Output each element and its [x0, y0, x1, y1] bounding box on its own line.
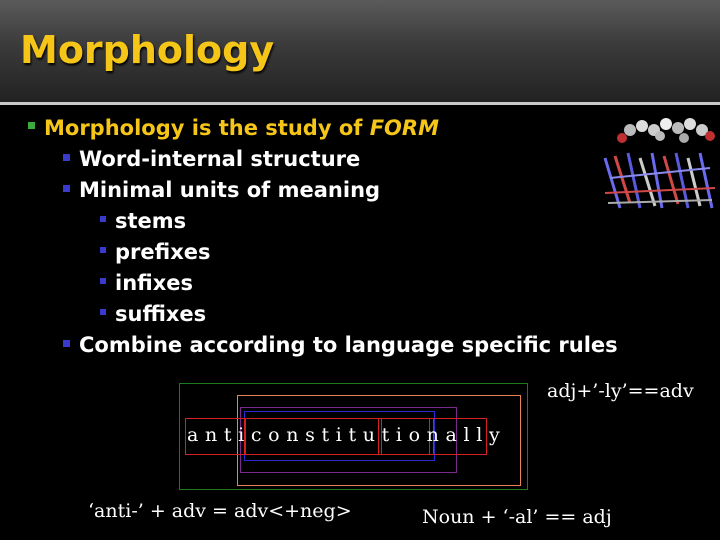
sub-sub-bullet-marker: [100, 278, 106, 284]
sub-bullet-marker: [63, 185, 70, 192]
sub-sub-bullet-infixes: infixes: [115, 271, 194, 295]
label-anti-rule: ‘anti-’ + adv = adv<+neg>: [88, 500, 352, 522]
slide-title: Morphology: [20, 28, 275, 72]
bullet-main-text: Morphology is the study of: [44, 116, 370, 140]
title-divider: [0, 102, 720, 105]
sub-sub-bullet-stems: stems: [115, 209, 187, 233]
sub-bullet-marker: [63, 154, 70, 161]
label-ly-rule: adj+’-ly’==adv: [547, 380, 694, 402]
sub-sub-bullet-suffixes: suffixes: [115, 302, 207, 326]
bullet-main-emphasis: FORM: [369, 116, 439, 140]
molecule-image: [600, 108, 718, 218]
sub-bullet-marker: [63, 340, 70, 347]
bullet-main: Morphology is the study of FORM: [44, 116, 439, 140]
label-al-rule: Noun + ‘-al’ == adj: [422, 506, 612, 528]
bullet-marker: [28, 122, 35, 129]
sub-sub-bullet-marker: [100, 309, 106, 315]
sub-sub-bullet-prefixes: prefixes: [115, 240, 211, 264]
diagram-word: a n t i c o n s t i t u t i o n a l l y: [187, 424, 500, 446]
sub-bullet-2: Minimal units of meaning: [79, 178, 381, 202]
sub-bullet-1: Word-internal structure: [79, 147, 361, 171]
sub-bullet-3: Combine according to language specific r…: [79, 333, 618, 357]
sub-sub-bullet-marker: [100, 216, 106, 222]
sub-sub-bullet-marker: [100, 247, 106, 253]
